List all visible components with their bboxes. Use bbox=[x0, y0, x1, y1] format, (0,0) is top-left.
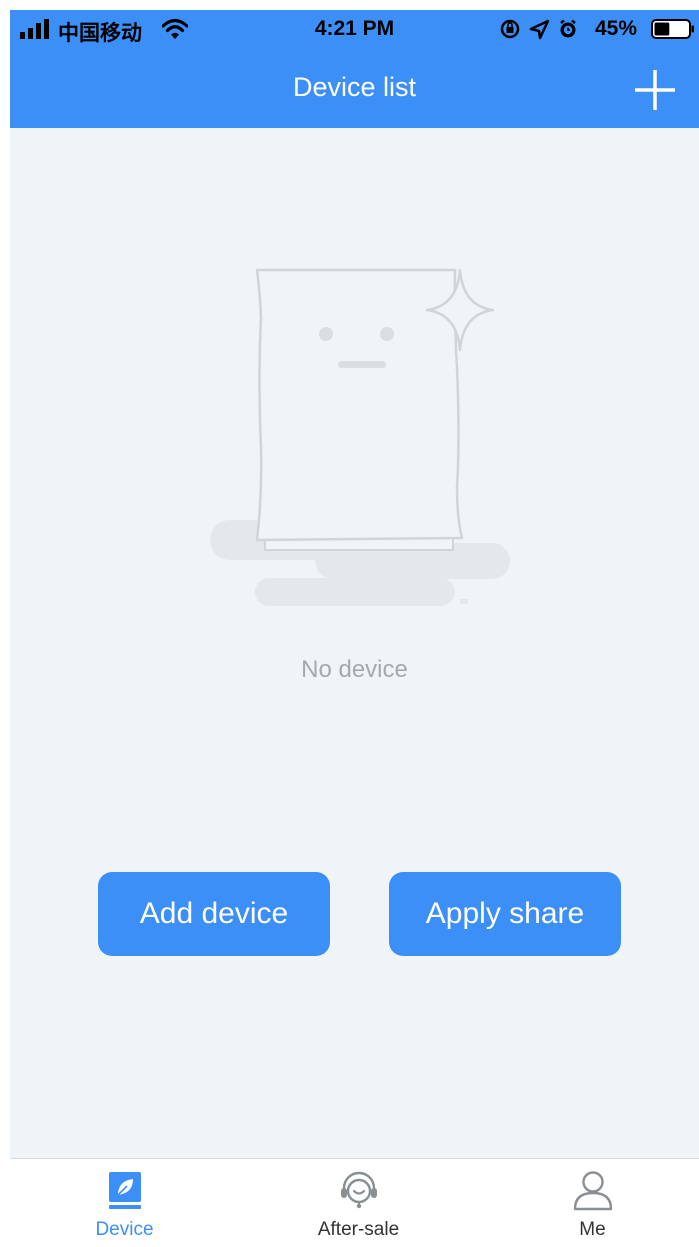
tab-device[interactable]: Device bbox=[10, 1159, 239, 1247]
apply-share-button[interactable]: Apply share bbox=[389, 872, 621, 956]
battery-icon bbox=[651, 19, 694, 39]
plus-icon bbox=[635, 70, 675, 110]
add-device-plus-button[interactable] bbox=[633, 68, 677, 112]
tab-label: Device bbox=[95, 1219, 154, 1240]
tab-after-sale[interactable]: After-sale bbox=[244, 1159, 473, 1247]
empty-device-illustration bbox=[210, 268, 510, 606]
tab-label: After-sale bbox=[317, 1219, 400, 1240]
device-leaf-icon bbox=[109, 1172, 141, 1209]
user-icon bbox=[573, 1171, 613, 1211]
tab-me[interactable]: Me bbox=[478, 1159, 699, 1247]
location-icon bbox=[529, 19, 550, 40]
app-header: 中国移动 4:21 PM 45% Device list bbox=[10, 10, 699, 128]
headset-icon bbox=[341, 1171, 377, 1209]
status-indicators bbox=[500, 19, 576, 40]
page-title: Device list bbox=[292, 72, 417, 102]
nav-bar: Device list bbox=[10, 48, 699, 128]
empty-state-message: No device bbox=[301, 656, 408, 683]
orientation-lock-icon bbox=[500, 19, 520, 39]
alarm-icon bbox=[560, 19, 576, 38]
tab-bar: Device After-sale Me bbox=[10, 1158, 699, 1247]
status-bar: 中国移动 4:21 PM 45% bbox=[10, 10, 699, 48]
battery-percent: 45% bbox=[595, 17, 638, 40]
add-device-button[interactable]: Add device bbox=[98, 872, 330, 956]
app-screen: 中国移动 4:21 PM 45% Device list No device A… bbox=[10, 10, 699, 1247]
tab-label: Me bbox=[579, 1219, 606, 1240]
